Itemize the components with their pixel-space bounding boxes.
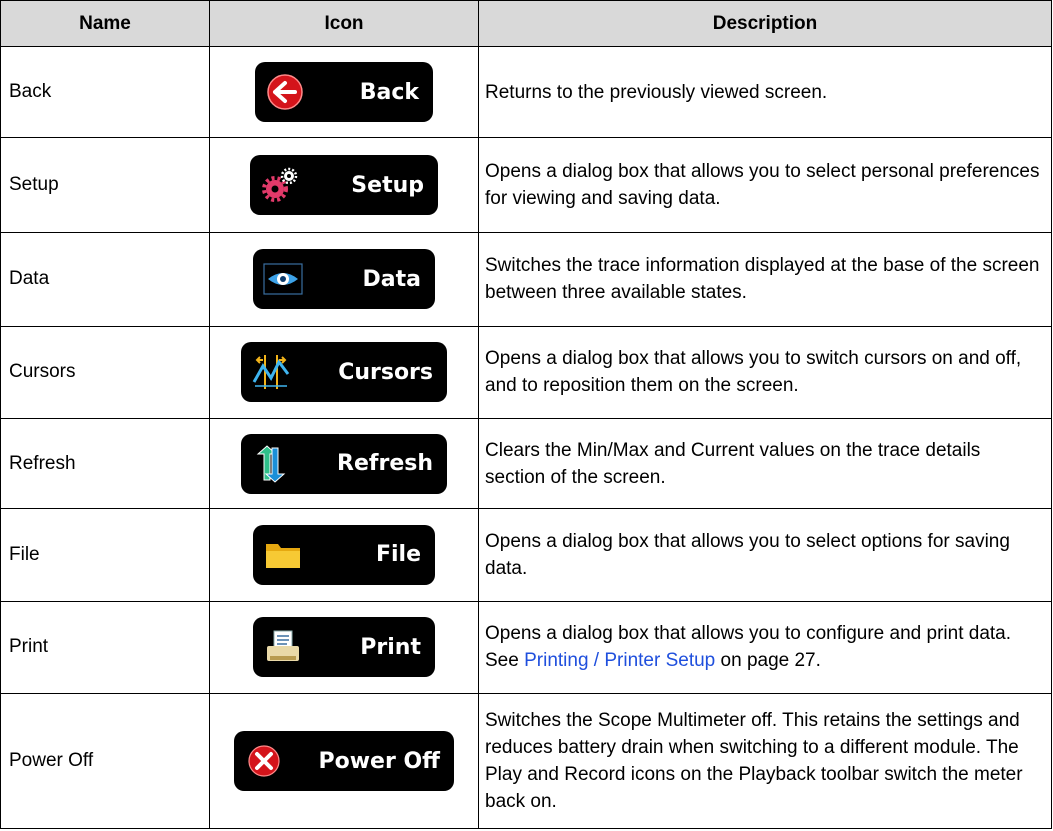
table-row: Print Print Opens a dialog box that allo… bbox=[0, 600, 1052, 695]
header-name: Name bbox=[0, 0, 210, 47]
row-description: Opens a dialog box that allows you to se… bbox=[478, 137, 1052, 234]
table-row: Data Data Switches the trace information… bbox=[0, 232, 1052, 327]
cursors-icon bbox=[251, 352, 291, 392]
printer-icon bbox=[263, 627, 303, 667]
refresh-arrows-icon bbox=[251, 444, 291, 484]
header-icon: Icon bbox=[209, 0, 479, 47]
back-arrow-icon bbox=[265, 72, 305, 112]
toolbar-icons-table: Name Icon Description Back Back Returns … bbox=[0, 0, 1052, 829]
power-off-x-icon bbox=[244, 741, 284, 781]
cursors-button-label: Cursors bbox=[338, 359, 433, 385]
file-button-label: File bbox=[375, 542, 421, 568]
table-row: File File Opens a dialog box that allows… bbox=[0, 508, 1052, 602]
row-description: Switches the Scope Multimeter off. This … bbox=[478, 693, 1052, 829]
eye-icon bbox=[263, 259, 303, 299]
row-description: Opens a dialog box that allows you to co… bbox=[478, 600, 1052, 695]
table-row: Cursors Cursors Opens a dialog box that … bbox=[0, 325, 1052, 420]
row-name: File bbox=[0, 508, 210, 602]
row-name: Print bbox=[0, 600, 210, 695]
data-button-label: Data bbox=[362, 266, 421, 292]
row-description: Opens a dialog box that allows you to sw… bbox=[478, 325, 1052, 420]
row-name: Power Off bbox=[0, 693, 210, 829]
power-off-button-label: Power Off bbox=[318, 748, 440, 774]
row-name: Back bbox=[0, 45, 210, 139]
print-button[interactable]: Print bbox=[253, 617, 435, 678]
printing-setup-link[interactable]: Printing / Printer Setup bbox=[524, 650, 715, 671]
cursors-button[interactable]: Cursors bbox=[241, 342, 447, 403]
row-name: Refresh bbox=[0, 418, 210, 510]
gears-icon bbox=[260, 165, 300, 205]
folder-icon bbox=[263, 535, 303, 575]
file-button[interactable]: File bbox=[253, 524, 435, 585]
refresh-button-label: Refresh bbox=[337, 451, 433, 477]
setup-button[interactable]: Setup bbox=[250, 155, 438, 216]
setup-button-label: Setup bbox=[351, 172, 424, 198]
print-button-label: Print bbox=[360, 634, 421, 660]
table-row: Power Off Power Off Switches the Scope M… bbox=[0, 693, 1052, 829]
row-description: Clears the Min/Max and Current values on… bbox=[478, 418, 1052, 510]
row-name: Setup bbox=[0, 137, 210, 234]
back-button-label: Back bbox=[359, 79, 419, 105]
header-description: Description bbox=[478, 0, 1052, 47]
table-header-row: Name Icon Description bbox=[0, 0, 1052, 47]
data-button[interactable]: Data bbox=[253, 249, 435, 310]
row-description: Switches the trace information displayed… bbox=[478, 232, 1052, 327]
row-name: Data bbox=[0, 232, 210, 327]
back-button[interactable]: Back bbox=[255, 62, 433, 123]
print-description-page: on page 27. bbox=[715, 650, 821, 672]
power-off-button[interactable]: Power Off bbox=[234, 731, 454, 792]
table-row: Setup Setup Opens a dialog box that allo… bbox=[0, 137, 1052, 234]
table-row: Back Back Returns to the previously view… bbox=[0, 45, 1052, 139]
table-row: Refresh Refresh Clears the Min/Max and C… bbox=[0, 418, 1052, 510]
row-name: Cursors bbox=[0, 325, 210, 420]
row-description: Returns to the previously viewed screen. bbox=[478, 45, 1052, 139]
refresh-button[interactable]: Refresh bbox=[241, 433, 447, 494]
row-description: Opens a dialog box that allows you to se… bbox=[478, 508, 1052, 602]
